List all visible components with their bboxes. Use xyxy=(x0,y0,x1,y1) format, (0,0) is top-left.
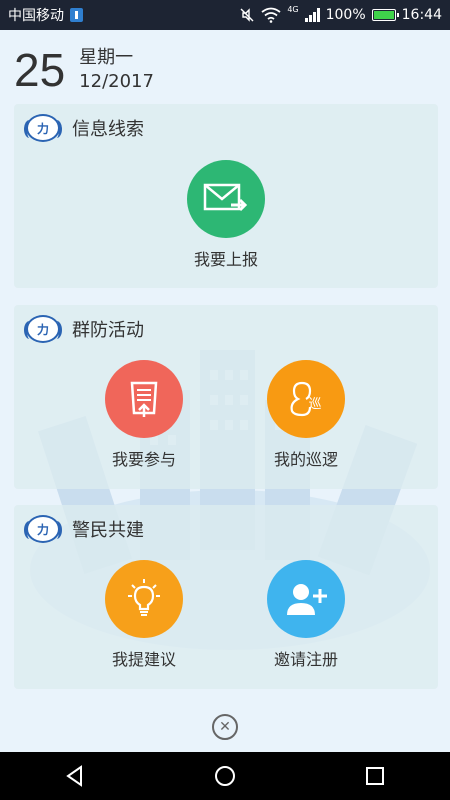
carrier-name: 中国移动 xyxy=(8,8,64,24)
section-police-community: 力 警民共建 我提建议 邀请注册 xyxy=(14,505,438,689)
suggestion-label: 我提建议 xyxy=(111,650,176,669)
date-header: 25 星期一 12/2017 xyxy=(14,42,154,98)
weekday: 星期一 xyxy=(79,47,134,68)
section-title: 群防活动 xyxy=(72,320,144,341)
patrol-icon: 巡 xyxy=(267,360,345,438)
report-label: 我要上报 xyxy=(193,250,258,269)
police-emblem-icon: 力 xyxy=(24,515,62,543)
clock: 16:44 xyxy=(401,7,442,23)
signal-icon xyxy=(304,8,320,22)
report-button[interactable]: 我要上报 xyxy=(171,160,281,270)
mute-icon xyxy=(240,8,254,22)
lightbulb-icon xyxy=(105,560,183,638)
back-icon[interactable] xyxy=(55,756,95,796)
section-group-activities: 力 群防活动 我要参与 巡 我的巡逻 xyxy=(14,305,438,489)
home-icon[interactable] xyxy=(205,756,245,796)
police-emblem-icon: 力 xyxy=(24,315,62,343)
battery-icon xyxy=(371,9,399,21)
usb-icon xyxy=(70,8,83,22)
section-title: 警民共建 xyxy=(72,520,144,541)
invite-register-label: 邀请注册 xyxy=(273,650,338,669)
add-user-icon xyxy=(267,560,345,638)
suggestion-button[interactable]: 我提建议 xyxy=(89,560,199,670)
police-emblem-icon: 力 xyxy=(24,114,62,142)
my-patrol-label: 我的巡逻 xyxy=(273,450,338,469)
wifi-icon xyxy=(261,7,281,23)
month-year: 12/2017 xyxy=(79,71,154,92)
my-patrol-button[interactable]: 巡 我的巡逻 xyxy=(251,360,361,470)
navigation-bar xyxy=(0,752,450,800)
close-icon[interactable]: ✕ xyxy=(212,714,238,740)
mail-forward-icon xyxy=(187,160,265,238)
status-bar: 中国移动 4G 100% 16:44 xyxy=(0,0,450,30)
section-title: 信息线索 xyxy=(72,119,144,140)
recents-icon[interactable] xyxy=(355,756,395,796)
date-day: 25 xyxy=(14,44,66,96)
document-upload-icon xyxy=(105,360,183,438)
network-type: 4G xyxy=(287,4,299,14)
participate-button[interactable]: 我要参与 xyxy=(89,360,199,470)
section-info-clues: 力 信息线索 我要上报 xyxy=(14,104,438,288)
patrol-glyph: 巡 xyxy=(308,396,322,412)
participate-label: 我要参与 xyxy=(111,450,176,469)
battery-percent: 100% xyxy=(325,7,366,23)
invite-register-button[interactable]: 邀请注册 xyxy=(251,560,361,670)
